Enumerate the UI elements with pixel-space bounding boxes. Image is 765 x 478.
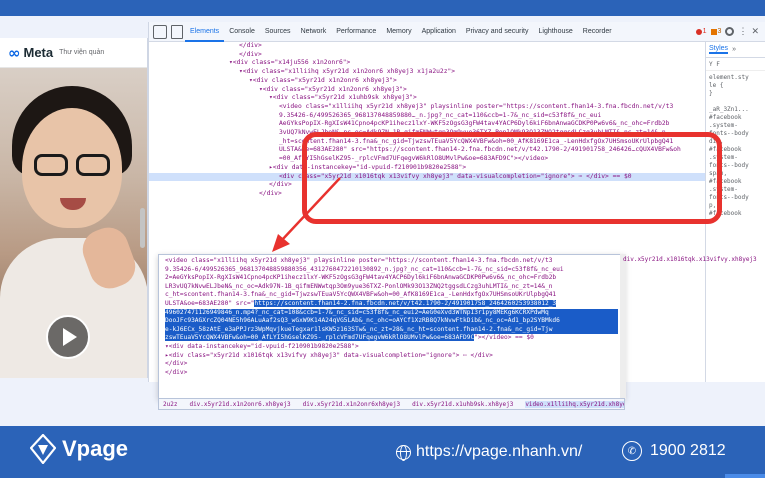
breadcrumb-item[interactable]: div.x5yr21d.x1uhb9sk.xh8yej3 [412, 401, 513, 408]
website-link[interactable]: https://vpage.nhanh.vn/ [396, 443, 582, 461]
webpage-preview: ∞ Meta Thư viện quản [0, 38, 148, 378]
style-rule-line: element.sty [709, 74, 749, 81]
device-toolbar-icon[interactable] [171, 24, 183, 39]
zoom-code-line[interactable]: DooJFc93AGXrcZQ04NE5h96ALuAaf2sQ3_wGxW9K… [165, 317, 618, 326]
dom-tree-line[interactable]: ▾<div class="x5yr21d x1n2onr6 xh8yej3"> [149, 77, 705, 86]
style-rule-line [709, 98, 763, 106]
phone-icon: ✆ [622, 441, 642, 461]
red-arrow-icon [272, 177, 341, 252]
corner-accent [725, 474, 765, 478]
video-player[interactable] [0, 68, 147, 378]
selected-code-fragment: zswTEuaV5YcQWX4VBFw&oh=00_AfLYI5hGselKZ9… [165, 334, 475, 342]
dom-tree-line[interactable]: <video class="x1lliihq x5yr21d xh8yej3" … [149, 103, 705, 112]
breadcrumb-item[interactable]: div.x5yr21d.x1n2onr6.xh8yej3 [189, 401, 290, 408]
breadcrumb-item[interactable]: div.x5yr21d.x1n2onr6xh8yej3 [303, 401, 401, 408]
code-fragment: "></video> == $0 [474, 334, 534, 342]
style-rule-line: } [709, 90, 713, 97]
dom-tree-line[interactable]: ▾<div class="x14ju556 x1n2onr6"> [149, 59, 705, 68]
dom-tree-line[interactable]: ▾<div class="x1lliihq x5yr21d x1n2onr6 x… [149, 68, 705, 77]
zoom-code-line[interactable]: </div> [165, 360, 618, 369]
settings-gear-icon[interactable] [725, 27, 735, 36]
inspect-element-icon[interactable] [153, 24, 167, 39]
play-icon[interactable] [46, 315, 90, 359]
dom-tree-line[interactable]: 9.35426-6/499526365_968137048859880…_n.j… [149, 112, 705, 121]
styles-tabs: Styles » [706, 42, 765, 58]
website-text: https://vpage.nhanh.vn/ [416, 443, 583, 460]
video-person-glasses [34, 154, 110, 176]
zoom-code-line[interactable]: 496027471126949846_n.mp4?_nc_cat=108&ccb… [165, 308, 618, 318]
phone-number: 1900 2812 [650, 442, 726, 459]
close-icon[interactable]: ✕ [751, 26, 759, 37]
zoom-code-line[interactable]: zswTEuaV5YcQWX4VBFw&oh=00_AfLYI5hGselKZ9… [165, 334, 618, 343]
tab-styles[interactable]: Styles [709, 45, 729, 54]
tab-more[interactable]: » [732, 46, 736, 53]
brand-name: Vpage [62, 436, 129, 461]
zoom-code-line[interactable]: </div> [165, 369, 618, 378]
code-fragment: ULSTA&oe=683AE280" src=" [165, 299, 255, 307]
dom-tree-line[interactable]: ▾<div class="x5yr21d x1n2onr6 xh8yej3"> [149, 86, 705, 95]
dom-tree-line[interactable]: AeGYksPopIX-RgXIsW41Cpno4pcKP1ihecz1lxY-… [149, 120, 705, 129]
tab-network[interactable]: Network [296, 22, 332, 42]
error-count-badge[interactable]: 1 [696, 28, 707, 35]
webpage-header: ∞ Meta Thư viện quản [0, 38, 147, 68]
tab-performance[interactable]: Performance [331, 22, 381, 42]
zoomed-code-panel[interactable]: <video class="x1lliihq x5yr21d xh8yej3" … [158, 254, 625, 399]
style-rule-line: _aR_3Zn1... [709, 106, 749, 113]
styles-filter[interactable]: Y F [706, 58, 765, 71]
zoom-code-line[interactable]: ULSTA&oe=683AE280" src="https://scontent… [165, 299, 618, 309]
globe-icon [396, 444, 411, 461]
panel-breadcrumb[interactable]: div.x5yr21d.x1016tqk.x13vifvy.xh8yej3 [623, 256, 757, 266]
webpage-subtitle: Thư viện quản [59, 49, 105, 56]
zoom-code-line[interactable]: ▸<div class="x5yr21d x1016tqk x13vifvy x… [165, 352, 618, 361]
style-rule-line: #facebook [709, 114, 742, 121]
devtools-status: 1 3 ⋮ ✕ [696, 26, 765, 37]
zoom-code-line[interactable]: e-kJ6ECx_58zAtE_e3aPPJrz3WpMqvjkueTegxar… [165, 325, 618, 335]
phone-contact[interactable]: ✆ 1900 2812 [622, 441, 726, 461]
tab-console[interactable]: Console [224, 22, 260, 42]
zoom-code-line[interactable]: <video class="x1lliihq x5yr21d xh8yej3" … [165, 257, 618, 266]
meta-logo[interactable]: ∞ Meta [8, 44, 53, 62]
meta-infinity-icon: ∞ [8, 43, 21, 62]
zoom-code-line[interactable]: c_ht=scontent.fhan14-3.fna&_nc_gid=Tjwzs… [165, 291, 618, 300]
brand[interactable]: Vpage [30, 434, 128, 464]
zoom-code-line[interactable]: 9.35426-6/499526365_968137048859880356_4… [165, 266, 618, 275]
warning-count-badge[interactable]: 3 [711, 28, 722, 35]
style-rule-line: .system- [709, 122, 738, 129]
tab-elements[interactable]: Elements [185, 22, 225, 42]
zoom-scrollbar[interactable] [620, 254, 626, 399]
breadcrumb-item[interactable]: video.x1lliihq.x5yr21d.xh8yej3 [525, 400, 624, 408]
dom-tree-line[interactable]: ▾<div class="x5yr21d x1uhb9sk xh8yej3"> [149, 94, 705, 103]
tab-privacy-security[interactable]: Privacy and security [461, 22, 534, 42]
devtools-tabbar: Elements Console Sources Network Perform… [149, 22, 765, 42]
breadcrumb-item[interactable]: 2u2z [163, 401, 177, 408]
tab-recorder[interactable]: Recorder [578, 22, 617, 42]
highlight-box [302, 132, 722, 224]
style-rule-line: le { [709, 82, 724, 89]
tab-application[interactable]: Application [417, 22, 461, 42]
more-options-icon[interactable]: ⋮ [738, 26, 747, 37]
dom-tree-line[interactable]: </div> [149, 51, 705, 60]
tab-memory[interactable]: Memory [381, 22, 416, 42]
zoom-code-line[interactable]: LR3vUQ7kNvwELJbeN&_nc_oc=Adk97N-1B_qifmE… [165, 283, 618, 292]
tab-sources[interactable]: Sources [260, 22, 296, 42]
selected-code-fragment: https://scontent.fhan14-2.fna.fbcdn.net/… [254, 299, 557, 307]
dom-tree-line[interactable]: </div> [149, 42, 705, 51]
zoom-code-line[interactable]: ▾<div data-instancekey="id-vpuid-f210901… [165, 343, 618, 352]
vpage-logo-icon [30, 434, 56, 464]
webpage-scrollbar[interactable] [140, 208, 145, 248]
zoom-code-line[interactable]: 2=AeGYksPopIX-RgXIsW41Cpno4pcKP1ihecz1lx… [165, 274, 618, 283]
tab-lighthouse[interactable]: Lighthouse [534, 22, 578, 42]
zoom-breadcrumb: 2u2z div.x5yr21d.x1n2onr6.xh8yej3 div.x5yr… [158, 398, 625, 410]
meta-brand-text: Meta [23, 45, 54, 60]
screenshot-stage: ∞ Meta Thư viện quản Elements Console So… [0, 16, 765, 426]
